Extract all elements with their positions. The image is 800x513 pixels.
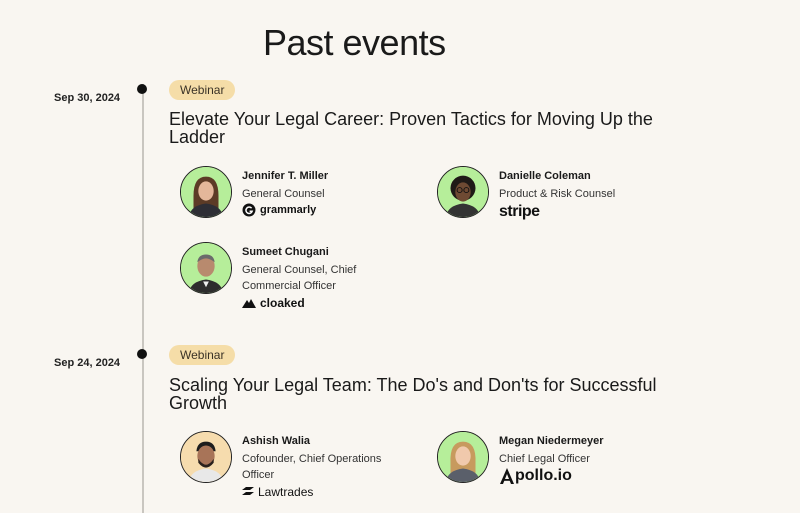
speaker-avatar <box>437 166 489 218</box>
grammarly-logo-icon <box>242 203 256 217</box>
event-type-badge: Webinar <box>169 80 236 100</box>
company-name: cloaked <box>260 296 305 310</box>
page-title: Past events <box>263 22 446 63</box>
company-logo: grammarly <box>242 203 316 217</box>
speaker-name: Ashish Walia <box>242 435 311 447</box>
event-date: Sep 24, 2024 <box>54 357 121 369</box>
event-type-badge: Webinar <box>169 345 236 365</box>
speaker-name: Megan Niedermeyer <box>499 435 604 447</box>
speaker-avatar <box>180 166 232 218</box>
lawtrades-logo-icon <box>242 487 254 495</box>
speaker-avatar <box>180 431 232 483</box>
speaker-avatar <box>437 431 489 483</box>
company-logo: stripe <box>499 203 540 221</box>
speaker-photo-icon <box>181 243 231 293</box>
company-logo: pollo.io <box>499 467 572 485</box>
speaker-photo-icon <box>438 432 488 482</box>
company-name: stripe <box>499 203 540 220</box>
cloaked-logo-icon <box>242 299 256 308</box>
speaker-role: Product & Risk Counsel <box>499 188 616 200</box>
speaker-avatar <box>180 242 232 294</box>
company-name: Lawtrades <box>258 485 314 499</box>
speaker-name: Sumeet Chugani <box>242 246 329 258</box>
timeline-dot <box>137 349 147 359</box>
speaker-photo-icon <box>181 167 231 217</box>
company-name: pollo.io <box>515 467 572 484</box>
speaker-name: Danielle Coleman <box>499 170 591 182</box>
speaker-photo-icon <box>181 432 231 482</box>
speaker-role: Chief Legal Officer <box>499 453 590 465</box>
company-logo: cloaked <box>242 296 305 310</box>
speaker-role: General Counsel, Chief Commercial Office… <box>242 264 357 292</box>
apollo-a-logo-icon <box>500 468 514 484</box>
speaker-role: General Counsel <box>242 188 325 200</box>
speaker-photo-icon <box>438 167 488 217</box>
speaker-name: Jennifer T. Miller <box>242 170 329 182</box>
speaker-role: Cofounder, Chief Operations Officer <box>242 453 382 481</box>
event-title[interactable]: Scaling Your Legal Team: The Do's and Do… <box>169 376 689 412</box>
event-date: Sep 30, 2024 <box>54 92 121 104</box>
timeline-dot <box>137 84 147 94</box>
company-name: grammarly <box>260 204 317 216</box>
timeline-line <box>142 84 144 513</box>
company-logo: Lawtrades <box>242 485 313 499</box>
event-title[interactable]: Elevate Your Legal Career: Proven Tactic… <box>169 110 689 146</box>
